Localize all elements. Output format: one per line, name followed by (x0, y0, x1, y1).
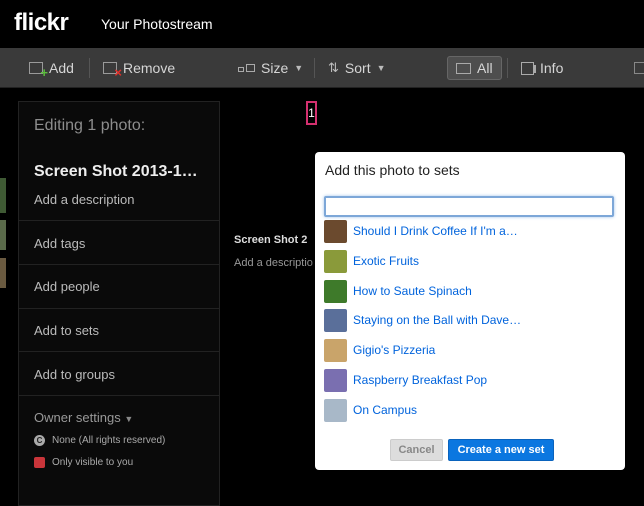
panel-icon (634, 62, 644, 74)
set-thumbnail (324, 279, 347, 303)
set-list-item[interactable]: On Campus (324, 398, 417, 422)
copyright-icon: C (34, 435, 45, 446)
edge-thumbnail[interactable] (0, 220, 6, 250)
info-panel-icon (521, 61, 536, 75)
add-people-link[interactable]: Add people (34, 279, 100, 294)
all-view-label: All (477, 60, 493, 76)
all-view-icon (456, 62, 471, 74)
set-thumbnail (324, 219, 347, 243)
set-label: Exotic Fruits (353, 254, 420, 268)
chevron-down-icon: ▼ (376, 63, 386, 73)
set-list-item[interactable]: Should I Drink Coffee If I'm a… (324, 219, 518, 243)
page-title[interactable]: Your Photostream (101, 16, 213, 32)
toolbar-divider (89, 58, 90, 78)
divider (19, 220, 219, 221)
sort-icon: ⇅ (328, 60, 339, 75)
edit-sidebar: Editing 1 photo: Screen Shot 2013-1… Add… (18, 101, 220, 506)
add-description-link[interactable]: Add a description (34, 192, 134, 207)
set-thumbnail (324, 398, 347, 422)
set-label: How to Saute Spinach (353, 284, 472, 298)
add-tags-link[interactable]: Add tags (34, 236, 85, 251)
photo-title[interactable]: Screen Shot 2013-1… (34, 163, 198, 181)
sort-dropdown[interactable]: ⇅ Sort ▼ (328, 56, 386, 80)
info-button[interactable]: Info (521, 56, 563, 80)
set-list-item[interactable]: Raspberry Breakfast Pop (324, 368, 487, 392)
set-label: Raspberry Breakfast Pop (353, 373, 488, 387)
selected-photo-marker[interactable]: 1 (306, 101, 317, 125)
dialog-title: Add this photo to sets (325, 162, 460, 178)
divider (19, 351, 219, 352)
size-icon (238, 64, 255, 72)
privacy-label: Only visible to you (52, 457, 134, 468)
editing-heading: Editing 1 photo: (34, 117, 146, 134)
remove-button[interactable]: Remove (103, 56, 175, 80)
cancel-button[interactable]: Cancel (390, 439, 443, 461)
owner-settings-label: Owner settings (34, 410, 121, 425)
divider (19, 264, 219, 265)
toolbar-divider (314, 58, 315, 78)
remove-photo-icon (103, 62, 122, 80)
overflow-button[interactable] (634, 56, 644, 80)
divider (19, 395, 219, 396)
add-button-label: Add (49, 60, 74, 76)
set-list-item[interactable]: How to Saute Spinach (324, 279, 472, 303)
sort-dropdown-label: Sort (344, 60, 371, 76)
set-list-item[interactable]: Staying on the Ball with Dave… (324, 308, 521, 332)
info-button-label: Info (540, 60, 564, 76)
set-thumbnail (324, 338, 347, 362)
size-dropdown[interactable]: Size ▼ (238, 56, 303, 80)
set-thumbnail (324, 308, 347, 332)
lock-icon (34, 457, 45, 468)
create-new-set-button[interactable]: Create a new set (448, 439, 554, 461)
privacy-setting[interactable]: Only visible to you (34, 457, 133, 468)
owner-settings-toggle[interactable]: Owner settings ▼ (34, 410, 133, 425)
edge-thumbnail[interactable] (0, 178, 6, 213)
size-dropdown-label: Size (261, 60, 289, 76)
add-to-groups-link[interactable]: Add to groups (34, 367, 115, 382)
set-thumbnail (324, 249, 347, 273)
edge-thumbnail[interactable] (0, 258, 6, 288)
chevron-down-icon: ▼ (124, 414, 134, 424)
remove-button-label: Remove (123, 60, 176, 76)
set-thumbnail (324, 368, 347, 392)
set-label: On Campus (353, 403, 418, 417)
flickr-logo[interactable]: flickr (14, 9, 69, 37)
chevron-down-icon: ▼ (294, 63, 304, 73)
set-list-item[interactable]: Gigio's Pizzeria (324, 338, 435, 362)
background-photo-title[interactable]: Screen Shot 2 (234, 234, 307, 246)
top-bar: flickr Your Photostream (0, 0, 644, 48)
add-photo-icon (29, 62, 48, 80)
toolbar-divider (507, 58, 508, 78)
all-view-button[interactable]: All (447, 56, 502, 80)
license-label: None (All rights reserved) (52, 435, 166, 446)
toolbar: Add Remove Size ▼ ⇅ Sort ▼ All Info (0, 48, 644, 88)
add-button[interactable]: Add (29, 56, 74, 80)
set-list-item[interactable]: Exotic Fruits (324, 249, 419, 273)
marker-number: 1 (308, 106, 315, 120)
license-setting[interactable]: C None (All rights reserved) (34, 435, 165, 446)
background-photo-description[interactable]: Add a descriptio (234, 257, 313, 269)
divider (19, 308, 219, 309)
add-to-sets-link[interactable]: Add to sets (34, 323, 99, 338)
set-label: Staying on the Ball with Dave… (353, 313, 522, 327)
set-search-input[interactable] (324, 196, 614, 217)
set-label: Should I Drink Coffee If I'm a… (353, 224, 518, 238)
add-to-sets-dialog: Add this photo to sets Should I Drink Co… (315, 152, 625, 470)
set-label: Gigio's Pizzeria (353, 343, 436, 357)
